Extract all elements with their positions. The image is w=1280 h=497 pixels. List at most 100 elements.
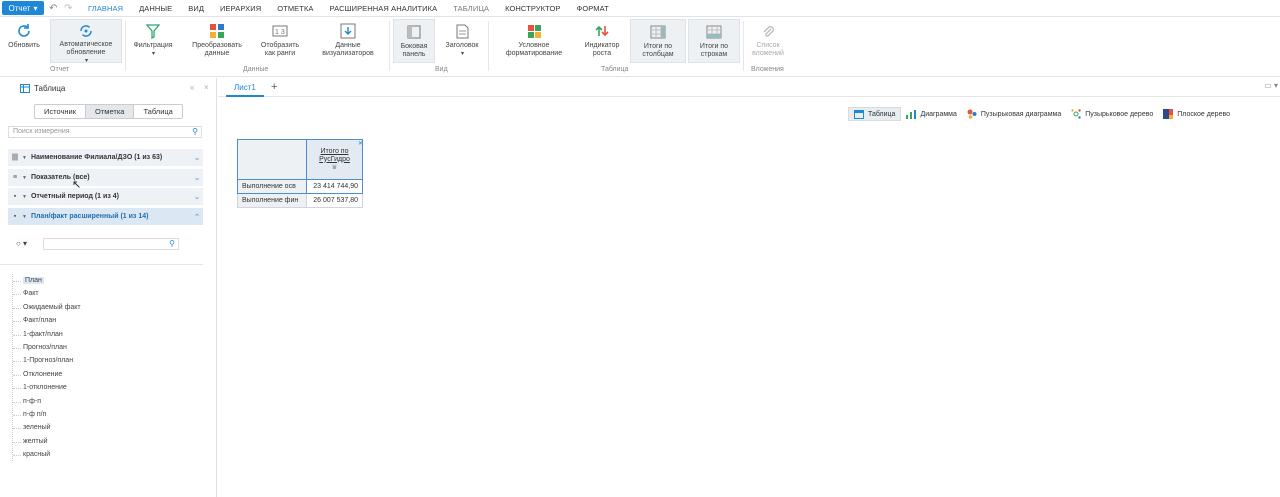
ranks-label: Отобразить как ранги <box>260 42 300 57</box>
panel-mode-switch: Источник Отметка Таблица <box>34 104 183 119</box>
window-options-icon[interactable]: ▭ ▾ <box>1264 81 1278 90</box>
chevron-up-icon: ⌃ <box>194 213 200 221</box>
group-label-data: Данные <box>243 66 269 73</box>
tree-item[interactable]: План <box>13 274 81 287</box>
top-menu-bar: Отчет ▾ ↶ ↷ ГЛАВНАЯ ДАННЫЕ ВИД ИЕРАРХИЯ … <box>0 0 1280 17</box>
view-chart[interactable]: Диаграмма <box>901 107 961 121</box>
side-panel-button[interactable]: Боковая панель <box>393 19 435 63</box>
view-label: Плоское дерево <box>1177 110 1231 118</box>
close-icon[interactable]: ✕ <box>358 140 363 147</box>
filter-icon <box>146 22 160 40</box>
ranks-button[interactable]: 1 3 Отобразить как ранги <box>256 19 304 63</box>
search-icon: ⚲ <box>169 239 175 248</box>
dimension-search-input[interactable]: Поиск измерения ⚲ <box>8 126 202 138</box>
tree-item[interactable]: желтый <box>13 435 81 448</box>
element-search-input[interactable]: ⚲ <box>43 238 179 250</box>
column-header[interactable]: Итого по РусГидро ⩸ <box>306 139 363 180</box>
auto-refresh-label: Автоматическое обновление <box>59 41 113 56</box>
tree-item[interactable]: зеленый <box>13 421 81 434</box>
fixed-icon: ▪ <box>13 193 17 200</box>
growth-arrows-icon <box>595 22 609 40</box>
header-button[interactable]: Заголовок ▾ <box>441 19 483 63</box>
row-totals-button[interactable]: Итоги по строкам <box>688 19 740 63</box>
auto-refresh-button[interactable]: Автоматическое обновление ▾ <box>50 19 122 64</box>
refresh-button[interactable]: Обновить <box>4 19 44 63</box>
menu-tab[interactable]: ТАБЛИЦА <box>445 0 497 17</box>
header-icon <box>456 22 469 40</box>
tree-item[interactable]: Факт/план <box>13 314 81 327</box>
tree-item-label: п-ф-п <box>23 397 42 405</box>
menu-tab[interactable]: КОНСТРУКТОР <box>497 0 568 17</box>
bubble-tree-icon <box>1071 109 1081 119</box>
menu-tab[interactable]: ФОРМАТ <box>569 0 617 17</box>
view-bubble-tree[interactable]: Пузырьковое дерево <box>1066 107 1158 121</box>
menu-tab[interactable]: ОТМЕТКА <box>269 0 321 17</box>
undo-icon[interactable]: ↶ <box>49 3 57 14</box>
row-header[interactable]: Выполнение осв <box>237 179 307 194</box>
selection-mode-dropdown[interactable]: ○ ▾ <box>16 239 27 248</box>
side-panel-label: Боковая панель <box>400 43 428 58</box>
tree-item[interactable]: красный <box>13 448 81 461</box>
menu-tab[interactable]: ГЛАВНАЯ <box>80 0 131 17</box>
collapse-panel-icon[interactable]: « <box>190 83 194 92</box>
dimension-item-selected[interactable]: ▪ ▼ План/факт расширенный (1 из 14) ⌃ <box>8 208 203 225</box>
group-label-view: Вид <box>435 66 448 73</box>
tree-item-label: 1-Прогноз/план <box>23 357 74 365</box>
growth-indicator-button[interactable]: Индикатор роста <box>580 19 624 63</box>
row-header[interactable]: Выполнение фин <box>237 193 307 208</box>
tree-item[interactable]: 1-отклонение <box>13 381 81 394</box>
column-totals-button[interactable]: Итоги по столбцам <box>630 19 686 63</box>
menu-tab[interactable]: РАСШИРЕННАЯ АНАЛИТИКА <box>322 0 446 17</box>
view-label: Пузырьковое дерево <box>1085 110 1154 118</box>
dimension-label: План/факт расширенный (1 из 14) <box>30 213 149 220</box>
conditional-format-button[interactable]: Условное форматирование <box>496 19 572 63</box>
segment-table[interactable]: Таблица <box>134 105 181 118</box>
sheet-tabs-bar: Лист1 + ▭ ▾ <box>218 78 1280 97</box>
segment-mark[interactable]: Отметка <box>86 105 135 118</box>
report-menu-button[interactable]: Отчет ▾ <box>2 1 44 15</box>
tree-item[interactable]: 1-Прогноз/план <box>13 354 81 367</box>
tree-item[interactable]: Отклонение <box>13 368 81 381</box>
visualizer-data-button[interactable]: Данные визуализаторов <box>314 19 382 63</box>
table-cell[interactable]: 23 414 744,90 <box>306 179 363 194</box>
refresh-icon <box>16 22 32 40</box>
menu-tab[interactable]: ДАННЫЕ <box>131 0 180 17</box>
tree-item[interactable]: Ожидаемый факт <box>13 301 81 314</box>
dimension-item[interactable]: ▪ ▼ Отчетный период (1 из 4) ⌄ <box>8 188 203 205</box>
column-header-label: Итого по РусГидро <box>319 147 350 163</box>
menu-tab[interactable]: ИЕРАРХИЯ <box>212 0 269 17</box>
column-totals-icon <box>650 23 666 41</box>
tree-item[interactable]: 1-факт/план <box>13 328 81 341</box>
tree-item[interactable]: Прогноз/план <box>13 341 81 354</box>
tree-item-label: Отклонение <box>23 370 63 378</box>
table-cell[interactable]: 26 007 537,80 <box>306 193 363 208</box>
pivot-table: Итого по РусГидро ⩸ Выполнение осв 23 41… <box>237 139 363 208</box>
tree-item[interactable]: п-ф п/п <box>13 408 81 421</box>
redo-icon[interactable]: ↷ <box>64 3 72 14</box>
segment-source[interactable]: Источник <box>35 105 87 118</box>
view-table[interactable]: Таблица <box>848 107 902 121</box>
close-icon[interactable]: × <box>204 83 209 92</box>
filter-icon[interactable]: ⩸ <box>332 164 336 171</box>
view-flat-tree[interactable]: Плоское дерево <box>1158 107 1235 121</box>
view-bubble-chart[interactable]: Пузырьковая диаграмма <box>962 107 1066 121</box>
filter-button[interactable]: Фильтрация ▾ <box>130 19 176 63</box>
transform-data-button[interactable]: Преобразовать данные <box>188 19 246 63</box>
add-sheet-button[interactable]: + <box>271 81 277 93</box>
dimension-item[interactable]: ≡ ▼ Показатель (все) ⌄ <box>8 169 203 186</box>
group-label-table: Таблица <box>601 66 629 73</box>
menu-tab[interactable]: ВИД <box>180 0 212 17</box>
tree-item-label: п-ф п/п <box>23 410 47 418</box>
tree-item[interactable]: п-ф-п <box>13 395 81 408</box>
dimension-item[interactable]: ||| ▼ Наименование Филиала/ДЗО (1 из 63)… <box>8 149 203 166</box>
attachments-button[interactable]: Список вложений <box>748 19 788 63</box>
side-panel-icon <box>407 23 421 41</box>
sheet-tab[interactable]: Лист1 <box>226 78 264 97</box>
fixed-icon: ▪ <box>13 213 17 220</box>
header-label: Заголовок <box>445 42 479 49</box>
tree-item[interactable]: Факт <box>13 287 81 300</box>
tree-item-label: Прогноз/план <box>23 343 67 351</box>
transform-icon <box>209 22 225 40</box>
table-corner-cell <box>237 139 307 180</box>
chevron-down-icon: ⌄ <box>194 193 200 201</box>
